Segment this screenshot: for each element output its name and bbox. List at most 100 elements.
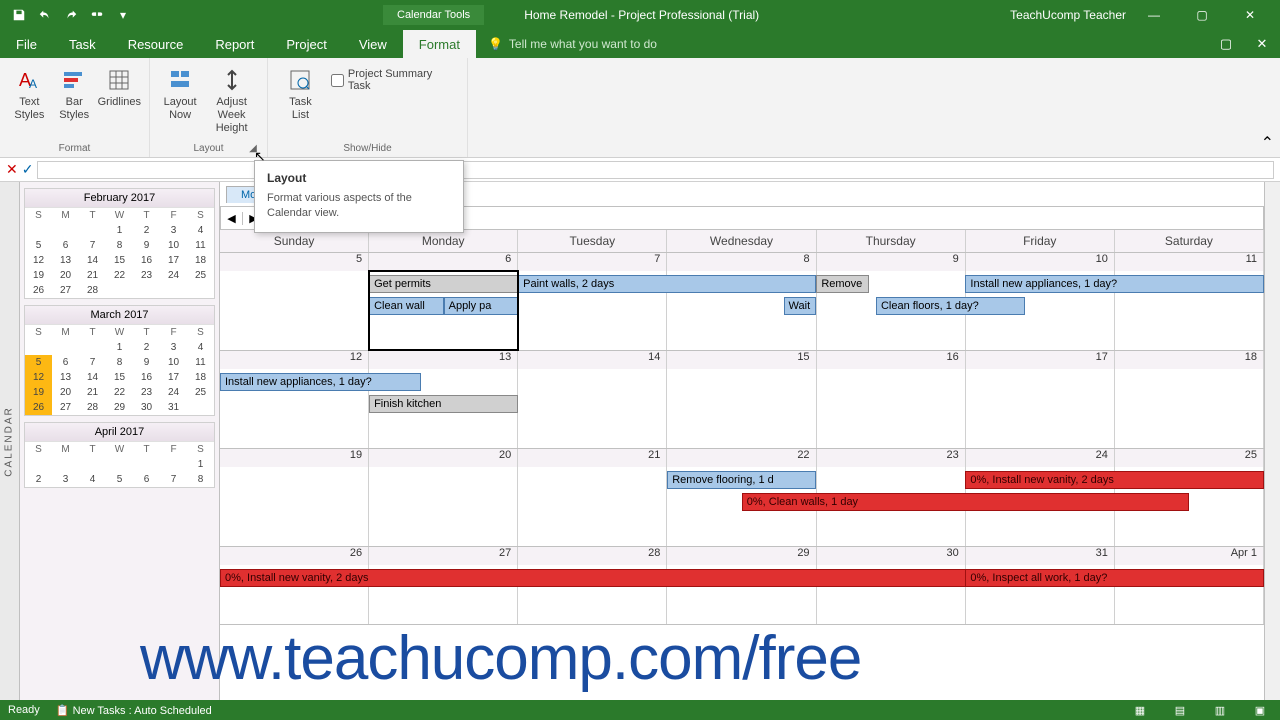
date-cell[interactable]: 12	[220, 351, 369, 369]
view-shortcut-icon[interactable]: ▤	[1168, 704, 1192, 717]
date-cell[interactable]: 17	[966, 351, 1115, 369]
calendar-cell[interactable]	[518, 369, 667, 448]
bar-styles-button[interactable]: Bar Styles	[53, 62, 96, 122]
date-cell[interactable]: 30	[817, 547, 966, 565]
cancel-icon[interactable]: ✕	[6, 161, 18, 178]
title-bar: ▾ Calendar Tools Home Remodel - Project …	[0, 0, 1280, 30]
view-shortcut-icon[interactable]: ▦	[1128, 704, 1152, 717]
date-cell[interactable]: 26	[220, 547, 369, 565]
view-shortcut-icon[interactable]: ▥	[1208, 704, 1232, 717]
task-bar[interactable]: Paint walls, 2 days	[518, 275, 816, 293]
date-cell[interactable]: 18	[1115, 351, 1264, 369]
redo-icon[interactable]	[60, 4, 82, 26]
ribbon-restore-icon[interactable]: ▢	[1208, 30, 1244, 58]
collapse-ribbon-icon[interactable]: ⌃	[1261, 133, 1274, 153]
date-cell[interactable]: 11	[1115, 253, 1264, 271]
tab-resource[interactable]: Resource	[112, 30, 200, 58]
date-cell[interactable]: Apr 1	[1115, 547, 1264, 565]
contextual-tab-label: Calendar Tools	[383, 5, 484, 25]
calendar-cell[interactable]	[817, 369, 966, 448]
layout-tooltip: Layout Format various aspects of the Cal…	[254, 160, 464, 233]
cursor-icon: ↖	[254, 148, 266, 165]
tab-format[interactable]: Format	[403, 30, 476, 58]
tab-project[interactable]: Project	[270, 30, 342, 58]
task-bar[interactable]: Remove flooring, 1 d	[667, 471, 816, 489]
accept-icon[interactable]: ✓	[22, 161, 34, 178]
date-cell[interactable]: 14	[518, 351, 667, 369]
date-cell[interactable]: 7	[518, 253, 667, 271]
calendar-cell[interactable]	[966, 369, 1115, 448]
tell-me[interactable]: 💡 Tell me what you want to do	[476, 30, 669, 58]
mini-cal-mar[interactable]: March 2017 SMTWTFS1234567891011121314151…	[24, 305, 215, 416]
calendar-cell[interactable]	[667, 369, 816, 448]
vertical-scrollbar[interactable]	[1264, 182, 1280, 700]
date-cell[interactable]: 8	[667, 253, 816, 271]
mini-cal-apr[interactable]: April 2017 SMTWTFS12345678	[24, 422, 215, 488]
date-cell[interactable]: 5	[220, 253, 369, 271]
date-cell[interactable]: 27	[369, 547, 518, 565]
prev-month-icon[interactable]: ◀	[221, 212, 243, 225]
gridlines-button[interactable]: Gridlines	[98, 62, 141, 109]
date-cell[interactable]: 29	[667, 547, 816, 565]
date-cell[interactable]: 25	[1115, 449, 1264, 467]
date-cell[interactable]: 21	[518, 449, 667, 467]
undo-icon[interactable]	[34, 4, 56, 26]
tab-report[interactable]: Report	[199, 30, 270, 58]
save-icon[interactable]	[8, 4, 30, 26]
date-cell[interactable]: 22	[667, 449, 816, 467]
task-bar[interactable]: Install new appliances, 1 day?	[220, 373, 421, 391]
task-bar[interactable]: Remove	[816, 275, 868, 293]
task-list-icon	[286, 66, 314, 94]
tab-view[interactable]: View	[343, 30, 403, 58]
date-cell[interactable]: 19	[220, 449, 369, 467]
calendar-cell[interactable]	[369, 467, 518, 546]
calendar-cell[interactable]	[220, 271, 369, 350]
task-bar[interactable]: Install new appliances, 1 day?	[965, 275, 1263, 293]
date-cell[interactable]: 9	[817, 253, 966, 271]
date-cell[interactable]: 24	[966, 449, 1115, 467]
user-name: TeachUcomp Teacher	[1010, 8, 1126, 22]
status-ready: Ready	[8, 704, 40, 716]
date-cell[interactable]: 13	[369, 351, 518, 369]
maximize-button[interactable]: ▢	[1182, 3, 1222, 27]
tab-task[interactable]: Task	[53, 30, 112, 58]
adjust-week-height-button[interactable]: Adjust Week Height	[204, 62, 259, 136]
calendar-cell[interactable]	[220, 467, 369, 546]
date-cell[interactable]: 20	[369, 449, 518, 467]
date-cell[interactable]: 31	[966, 547, 1115, 565]
text-styles-button[interactable]: AAText Styles	[8, 62, 51, 122]
tab-file[interactable]: File	[0, 30, 53, 58]
task-bar[interactable]: 0%, Clean walls, 1 day	[742, 493, 1189, 511]
qat-customize-icon[interactable]: ▾	[112, 4, 134, 26]
view-shortcut-icon[interactable]: ▣	[1248, 704, 1272, 717]
entry-input[interactable]	[37, 161, 1274, 179]
project-summary-task-checkbox[interactable]: Project Summary Task	[327, 62, 459, 98]
date-cell[interactable]: 23	[817, 449, 966, 467]
ribbon-close-icon[interactable]: ✕	[1244, 30, 1280, 58]
task-bar[interactable]: 0%, Install new vanity, 2 days	[220, 569, 995, 587]
task-list-button[interactable]: Task List	[276, 62, 325, 122]
date-cell[interactable]: 28	[518, 547, 667, 565]
task-bar[interactable]: 0%, Install new vanity, 2 days	[965, 471, 1263, 489]
gridlines-icon	[105, 66, 133, 94]
link-icon[interactable]	[86, 4, 108, 26]
task-bar[interactable]: Clean floors, 1 day?	[876, 297, 1025, 315]
minimize-button[interactable]: —	[1134, 3, 1174, 27]
task-bar[interactable]: Finish kitchen	[369, 395, 518, 413]
tell-me-label: Tell me what you want to do	[509, 37, 657, 51]
mini-cal-feb[interactable]: February 2017 SMTWTFS1234567891011121314…	[24, 188, 215, 299]
calendar-cell[interactable]	[369, 271, 518, 350]
task-bar[interactable]: Wait	[784, 297, 817, 315]
view-label-calendar[interactable]: CALENDAR	[0, 182, 20, 700]
layout-now-button[interactable]: Layout Now	[158, 62, 202, 122]
bar-styles-icon	[60, 66, 88, 94]
date-cell[interactable]: 16	[817, 351, 966, 369]
date-cell[interactable]: 15	[667, 351, 816, 369]
quick-access-toolbar: ▾	[0, 4, 142, 26]
task-bar[interactable]: 0%, Inspect all work, 1 day?	[965, 569, 1263, 587]
calendar-cell[interactable]	[1115, 369, 1264, 448]
close-button[interactable]: ✕	[1230, 3, 1270, 27]
date-cell[interactable]: 6	[369, 253, 518, 271]
date-cell[interactable]: 10	[966, 253, 1115, 271]
calendar-cell[interactable]	[518, 467, 667, 546]
